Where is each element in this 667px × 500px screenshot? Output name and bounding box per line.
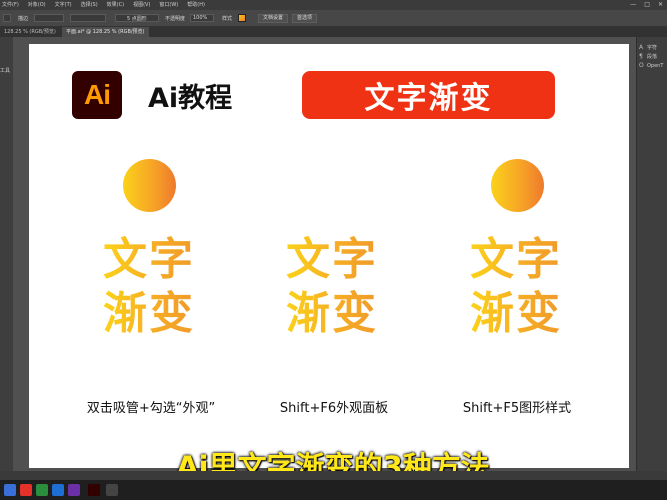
close-icon[interactable]: ✕ <box>658 0 663 10</box>
gradient-text-1-line2[interactable]: 渐变 <box>103 286 195 342</box>
tab-document-1[interactable]: 128.25 % (RGB/预览) <box>0 27 60 37</box>
tutorial-title: Ai教程 <box>148 83 233 114</box>
tools-panel: 工具 <box>0 37 13 480</box>
app-icon-purple[interactable] <box>68 484 80 496</box>
fill-swatch[interactable] <box>3 14 11 22</box>
brush-value: 5 点圆形 <box>127 16 147 22</box>
opentype-icon: O <box>639 62 644 69</box>
panel-paragraph-label: 段落 <box>647 54 658 60</box>
artboard[interactable]: Ai Ai教程 文字渐变 文字 渐变 双击吸管+勾选“外观” 文字 渐变 Shi… <box>29 44 629 468</box>
menu-help[interactable]: 帮助(H) <box>187 0 205 10</box>
menu-file[interactable]: 文件(F) <box>2 0 19 10</box>
app-icon-green[interactable] <box>36 484 48 496</box>
document-tab-bar: 128.25 % (RGB/预览) 平面.ai* @ 128.25 % (RGB… <box>0 27 667 37</box>
panel-paragraph[interactable]: ¶ 段落 <box>637 52 667 61</box>
gradient-text-3-line2[interactable]: 渐变 <box>470 286 562 342</box>
app-icon-gray[interactable] <box>106 484 118 496</box>
panel-opentype-label: OpenT <box>647 62 664 69</box>
opacity-value: 100% <box>193 15 208 21</box>
method-label-1: 双击吸管+勾选“外观” <box>86 401 216 416</box>
gradient-circle-1[interactable] <box>123 159 176 212</box>
gradient-text-2-line2[interactable]: 渐变 <box>286 286 378 342</box>
menu-select[interactable]: 选择(S) <box>81 0 98 10</box>
panel-character[interactable]: A 字符 <box>637 43 667 52</box>
gradient-text-2-line1[interactable]: 文字 <box>286 232 378 288</box>
minimize-icon[interactable]: — <box>630 0 636 10</box>
illustrator-taskbar-icon[interactable] <box>88 484 100 496</box>
gradient-circle-3[interactable] <box>491 159 544 212</box>
menu-effect[interactable]: 效果(C) <box>107 0 124 10</box>
status-bar <box>0 471 667 480</box>
panel-character-label: 字符 <box>647 45 658 51</box>
graphic-style-swatch[interactable] <box>238 14 246 22</box>
menu-bar: 文件(F) 对象(O) 文字(T) 选择(S) 效果(C) 视图(V) 窗口(W… <box>0 0 667 10</box>
variable-width-select[interactable] <box>70 14 106 22</box>
wps-icon[interactable] <box>20 484 32 496</box>
menu-view[interactable]: 视图(V) <box>133 0 150 10</box>
menu-window[interactable]: 窗口(W) <box>159 0 178 10</box>
paragraph-icon: ¶ <box>639 53 643 60</box>
stroke-weight-input[interactable] <box>34 14 64 22</box>
preferences-button[interactable]: 首选项 <box>292 14 318 23</box>
os-taskbar <box>0 480 667 500</box>
style-label: 样式 <box>222 16 233 22</box>
banner-text: 文字渐变 <box>364 81 493 116</box>
illustrator-logo: Ai <box>72 71 122 119</box>
right-panel-dock: A 字符 ¶ 段落 O OpenT <box>636 37 667 480</box>
method-label-3: Shift+F5图形样式 <box>462 401 572 416</box>
tools-label: 工具 <box>0 68 11 74</box>
title-banner: 文字渐变 <box>302 71 555 119</box>
start-icon[interactable] <box>4 484 16 496</box>
window-controls: — □ ✕ <box>630 0 663 10</box>
opacity-label: 不透明度 <box>165 16 186 22</box>
app-icon-blue[interactable] <box>52 484 64 496</box>
menu-type[interactable]: 文字(T) <box>55 0 72 10</box>
maximize-icon[interactable]: □ <box>644 0 650 10</box>
panel-opentype[interactable]: O OpenT <box>637 61 667 70</box>
method-label-2: Shift+F6外观面板 <box>279 401 389 416</box>
logo-text: Ai <box>84 79 111 110</box>
menu-object[interactable]: 对象(O) <box>28 0 46 10</box>
stroke-label: 描边 <box>18 16 29 22</box>
document-setup-button[interactable]: 文档设置 <box>258 14 289 23</box>
gradient-text-1-line1[interactable]: 文字 <box>103 232 195 288</box>
character-icon: A <box>639 44 644 51</box>
tab-document-2[interactable]: 平面.ai* @ 128.25 % (RGB/预览) <box>62 27 149 37</box>
control-bar: 描边 5 点圆形 不透明度 100% 样式 文档设置 首选项 <box>0 10 667 27</box>
gradient-text-3-line1[interactable]: 文字 <box>470 232 562 288</box>
